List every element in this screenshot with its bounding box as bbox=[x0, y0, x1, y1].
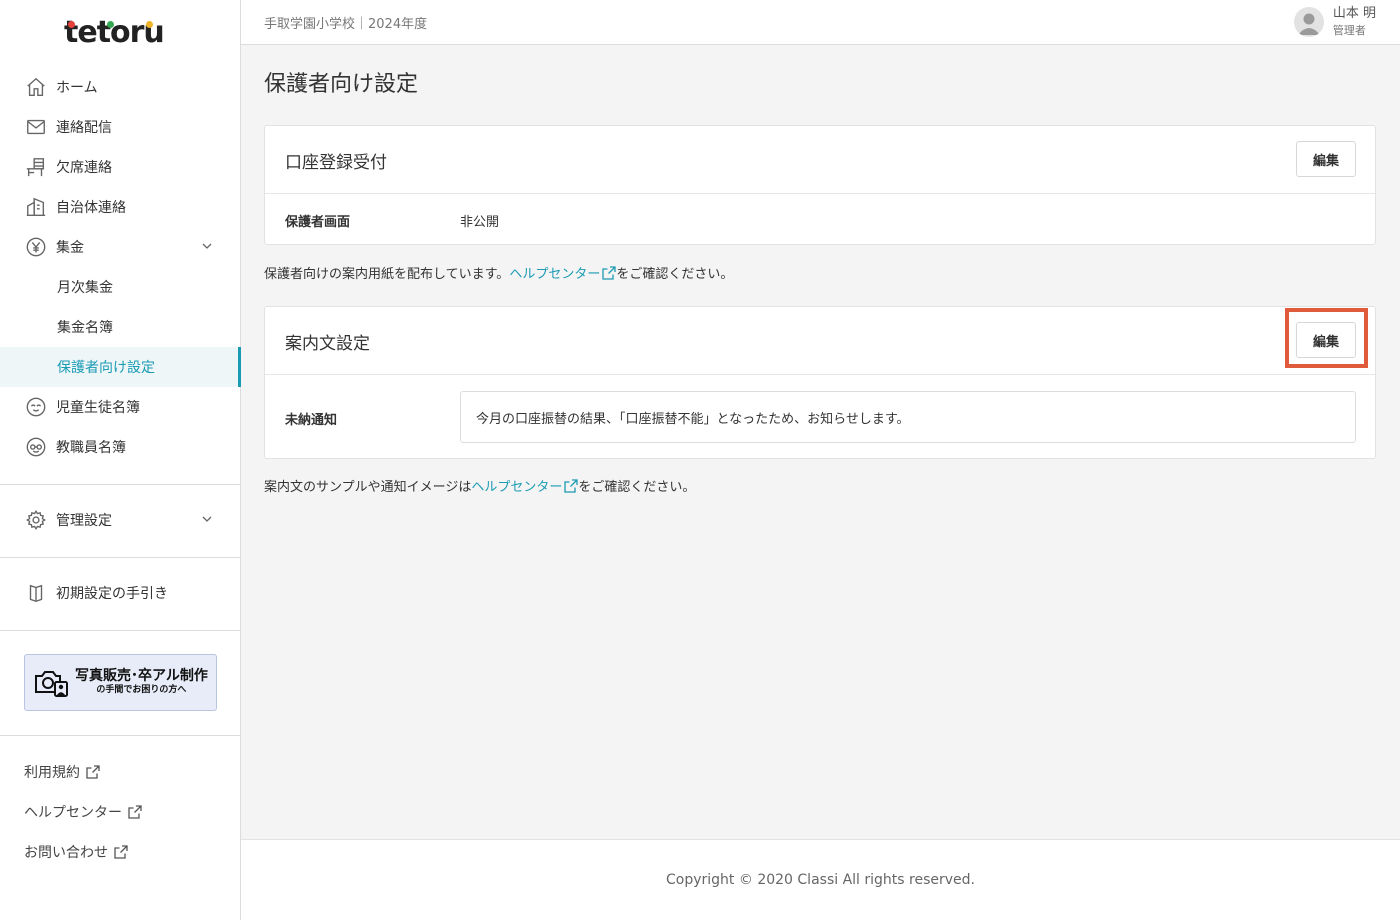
page-title: 保護者向け設定 bbox=[264, 72, 419, 97]
card-title: 案内文設定 bbox=[285, 334, 370, 354]
user-icon bbox=[1297, 13, 1320, 35]
help-center-link-label: ヘルプセンター bbox=[471, 480, 563, 495]
sidebar-item-absence[interactable]: 欠席連絡 bbox=[0, 147, 240, 187]
sidebar-divider bbox=[0, 557, 240, 558]
logo-dot-yellow bbox=[146, 21, 153, 28]
student-icon bbox=[24, 395, 48, 419]
card-title: 口座登録受付 bbox=[285, 153, 387, 173]
external-link-icon bbox=[564, 478, 579, 493]
message-settings-card: 案内文設定 編集 未納通知 今月の口座振替の結果、「口座振替不能」となったため、… bbox=[264, 306, 1376, 459]
logo-dot-red bbox=[68, 21, 75, 28]
logo-dot-green bbox=[107, 21, 114, 28]
chevron-down-icon[interactable] bbox=[202, 241, 212, 251]
sidebar-divider bbox=[0, 484, 240, 485]
external-link-icon bbox=[86, 765, 100, 779]
help-center-link-label: ヘルプセンター bbox=[509, 267, 601, 282]
sidebar-nav: ホーム 連絡配信 欠席連絡 自治体連絡 集金 月次集金 集金名簿 保護者向け設定… bbox=[0, 67, 241, 467]
sidebar-item-label: 管理設定 bbox=[56, 513, 112, 529]
sidebar-item-label: 月次集金 bbox=[57, 280, 113, 296]
row-value: 非公開 bbox=[460, 215, 500, 230]
row-label: 未納通知 bbox=[285, 413, 338, 428]
avatar bbox=[1293, 7, 1324, 37]
message-text: 今月の口座振替の結果、「口座振替不能」となったため、お知らせします。 bbox=[476, 411, 910, 427]
sidebar-item-label: 集金名簿 bbox=[57, 320, 113, 336]
sidebar-item-label: ホーム bbox=[56, 80, 98, 96]
edit-button[interactable]: 編集 bbox=[1296, 141, 1356, 177]
sidebar-item-home[interactable]: ホーム bbox=[0, 67, 240, 107]
sidebar-item-student-roster[interactable]: 児童生徒名簿 bbox=[0, 387, 240, 427]
edit-button[interactable]: 編集 bbox=[1296, 322, 1356, 358]
banner-subtitle: の手間でお困りの方へ bbox=[96, 685, 187, 696]
external-link-icon bbox=[128, 805, 142, 819]
sidebar-item-municipality[interactable]: 自治体連絡 bbox=[0, 187, 240, 227]
note-text: をご確認ください。 bbox=[616, 267, 734, 282]
sidebar: tetoru ホーム 連絡配信 欠席連絡 自治体連絡 集金 月次集金 集金名簿 … bbox=[0, 0, 241, 920]
external-link-icon bbox=[114, 845, 128, 859]
contact-link[interactable]: お問い合わせ bbox=[24, 842, 128, 862]
row-label: 保護者画面 bbox=[285, 215, 351, 230]
sidebar-item-label: 自治体連絡 bbox=[56, 200, 126, 216]
desk-icon bbox=[24, 155, 48, 179]
photo-service-banner[interactable]: 写真販売･卒アル制作 の手間でお困りの方へ bbox=[24, 654, 217, 711]
account-registration-card: 口座登録受付 編集 保護者画面 非公開 bbox=[264, 125, 1376, 245]
user-name: 山本 明 bbox=[1332, 6, 1376, 21]
mail-icon bbox=[24, 115, 48, 139]
copyright: Copyright © 2020 Classi All rights reser… bbox=[666, 872, 975, 888]
banner-title: 写真販売･卒アル制作 bbox=[75, 667, 208, 684]
yen-icon bbox=[24, 235, 48, 259]
help-note: 保護者向けの案内用紙を配布しています。 ヘルプセンター をご確認ください。 bbox=[264, 263, 733, 282]
sidebar-item-label: 児童生徒名簿 bbox=[56, 400, 140, 416]
home-icon bbox=[24, 75, 48, 99]
sidebar-item-label: 連絡配信 bbox=[56, 120, 112, 136]
user-role: 管理者 bbox=[1332, 24, 1366, 37]
sidebar-item-teacher-roster[interactable]: 教職員名簿 bbox=[0, 427, 240, 467]
sidebar-item-admin-settings[interactable]: 管理設定 bbox=[0, 500, 240, 540]
book-icon bbox=[24, 581, 48, 605]
chevron-down-icon[interactable] bbox=[202, 514, 212, 524]
external-link-icon bbox=[602, 265, 616, 280]
note-text: 保護者向けの案内用紙を配布しています。 bbox=[264, 267, 510, 282]
help-center-link[interactable]: ヘルプセンター bbox=[24, 802, 142, 822]
page-footer: Copyright © 2020 Classi All rights reser… bbox=[241, 839, 1400, 920]
sidebar-item-label: 集金 bbox=[56, 240, 84, 256]
message-text-box: 今月の口座振替の結果、「口座振替不能」となったため、お知らせします。 bbox=[460, 391, 1356, 443]
help-center-link[interactable]: ヘルプセンター bbox=[509, 263, 616, 282]
top-header: 手取学園小学校｜2024年度 山本 明 管理者 bbox=[241, 0, 1400, 45]
building-icon bbox=[24, 195, 48, 219]
sidebar-item-collection[interactable]: 集金 bbox=[0, 227, 240, 267]
note-text: 案内文のサンプルや通知イメージは bbox=[264, 480, 472, 495]
sidebar-item-label: 保護者向け設定 bbox=[57, 360, 155, 376]
school-name: 手取学園小学校｜2024年度 bbox=[264, 17, 428, 32]
gear-icon bbox=[24, 508, 48, 532]
sidebar-item-guardian-settings[interactable]: 保護者向け設定 bbox=[0, 347, 241, 387]
terms-link-label: 利用規約 bbox=[24, 765, 80, 781]
sidebar-item-messages[interactable]: 連絡配信 bbox=[0, 107, 240, 147]
camera-icon bbox=[35, 670, 68, 697]
user-menu[interactable]: 山本 明 管理者 bbox=[1293, 5, 1376, 39]
terms-link[interactable]: 利用規約 bbox=[24, 762, 100, 782]
tetoru-logo[interactable]: tetoru bbox=[64, 10, 176, 50]
sidebar-item-setup-guide[interactable]: 初期設定の手引き bbox=[0, 573, 240, 613]
sidebar-item-collection-roster[interactable]: 集金名簿 bbox=[0, 307, 240, 347]
contact-link-label: お問い合わせ bbox=[24, 845, 108, 861]
sidebar-item-monthly-collection[interactable]: 月次集金 bbox=[0, 267, 240, 307]
sidebar-item-label: 教職員名簿 bbox=[56, 440, 126, 456]
help-center-link[interactable]: ヘルプセンター bbox=[471, 476, 579, 495]
help-note: 案内文のサンプルや通知イメージは ヘルプセンター をご確認ください。 bbox=[264, 476, 695, 495]
note-text: をご確認ください。 bbox=[578, 480, 696, 495]
teacher-icon bbox=[24, 435, 48, 459]
sidebar-item-label: 初期設定の手引き bbox=[56, 586, 168, 602]
sidebar-divider bbox=[0, 630, 240, 631]
help-center-link-label: ヘルプセンター bbox=[24, 805, 122, 821]
sidebar-item-label: 欠席連絡 bbox=[56, 160, 112, 176]
sidebar-divider bbox=[0, 735, 240, 736]
